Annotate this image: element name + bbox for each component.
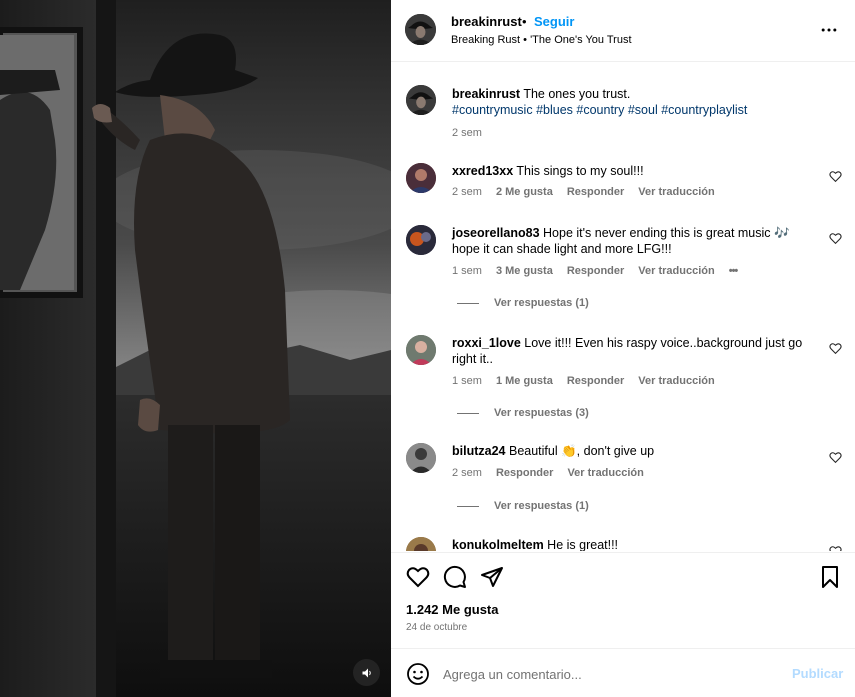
avatar-image bbox=[406, 85, 436, 115]
comment-time[interactable]: 1 sem bbox=[452, 375, 482, 387]
more-horizontal-icon[interactable] bbox=[819, 20, 839, 40]
comment-body: Beautiful 👏, don't give up bbox=[508, 444, 655, 458]
comment-username[interactable]: bilutza24 bbox=[452, 444, 506, 458]
reply-button[interactable]: Responder bbox=[567, 265, 624, 277]
comment-text: xxred13xx This sings to my soul!!! bbox=[452, 163, 817, 179]
view-replies-label[interactable]: Ver respuestas (1) bbox=[494, 297, 589, 309]
avatar-image bbox=[406, 335, 436, 365]
caption-text: breakinrust The ones you trust. #country… bbox=[452, 86, 817, 118]
hashtag[interactable]: #countryplaylist bbox=[661, 103, 747, 117]
translate-button[interactable]: Ver traducción bbox=[638, 186, 714, 198]
comment-text: roxxi_1love Love it!!! Even his raspy vo… bbox=[452, 335, 817, 367]
reply-button[interactable]: Responder bbox=[496, 467, 553, 479]
comment-username[interactable]: xxred13xx bbox=[452, 164, 513, 178]
avatar-image bbox=[406, 225, 436, 255]
comment-meta: 2 sem 2 Me gusta Responder Ver traducció… bbox=[452, 186, 729, 198]
avatar-image bbox=[405, 14, 436, 45]
translate-button[interactable]: Ver traducción bbox=[638, 265, 714, 277]
comment-likes[interactable]: 3 Me gusta bbox=[496, 265, 553, 277]
avatar-image bbox=[406, 443, 436, 473]
reply-button[interactable]: Responder bbox=[567, 186, 624, 198]
replies-divider bbox=[457, 505, 479, 507]
view-replies-button[interactable]: Ver respuestas (1) bbox=[457, 500, 589, 512]
smiley-icon[interactable] bbox=[406, 662, 430, 686]
post-date[interactable]: 24 de octubre bbox=[406, 622, 467, 633]
heart-outline-icon[interactable] bbox=[829, 545, 842, 551]
post-image bbox=[0, 0, 391, 697]
post-header: breakinrust • Seguir Breaking Rust • 'Th… bbox=[391, 0, 855, 62]
post-media[interactable] bbox=[0, 0, 391, 697]
caption-username[interactable]: breakinrust bbox=[452, 87, 520, 101]
reply-button[interactable]: Responder bbox=[567, 375, 624, 387]
comment-username[interactable]: joseorellano83 bbox=[452, 226, 540, 240]
heart-outline-icon[interactable] bbox=[829, 170, 842, 183]
comment-meta: 2 sem Responder Ver traducción bbox=[452, 467, 658, 479]
comment-time[interactable]: 1 sem bbox=[452, 265, 482, 277]
post-detail-panel: breakinrust • Seguir Breaking Rust • 'Th… bbox=[391, 0, 855, 697]
hashtag-list: #countrymusic #blues #country #soul #cou… bbox=[452, 103, 747, 117]
likes-count[interactable]: 1.242 Me gusta bbox=[406, 602, 499, 617]
comment-input[interactable] bbox=[443, 663, 773, 685]
comment-username[interactable]: konukolmeltem bbox=[452, 538, 544, 551]
avatar-image bbox=[406, 163, 436, 193]
comment-likes[interactable]: 2 Me gusta bbox=[496, 186, 553, 198]
mute-toggle-button[interactable] bbox=[353, 659, 380, 686]
comment-text: konukolmeltem He is great!!! bbox=[452, 537, 817, 551]
audio-artist[interactable]: Breaking Rust bbox=[451, 34, 520, 46]
add-comment-bar: Publicar bbox=[391, 648, 855, 697]
speaker-icon bbox=[362, 668, 371, 677]
comment-text: bilutza24 Beautiful 👏, don't give up bbox=[452, 443, 817, 459]
avatar[interactable] bbox=[406, 443, 436, 473]
separator-dot: • bbox=[523, 34, 528, 46]
comment-body: This sings to my soul!!! bbox=[516, 164, 644, 178]
post-actions-bar bbox=[391, 552, 855, 598]
comment-meta: 1 sem 3 Me gusta Responder Ver traducció… bbox=[452, 265, 751, 277]
avatar[interactable] bbox=[406, 537, 436, 551]
audio-attribution[interactable]: Breaking Rust • 'The One's You Trust bbox=[451, 34, 632, 46]
author-avatar[interactable] bbox=[405, 14, 436, 45]
publish-button[interactable]: Publicar bbox=[792, 666, 843, 681]
view-replies-label[interactable]: Ver respuestas (1) bbox=[494, 500, 589, 512]
heart-outline-icon[interactable] bbox=[829, 232, 842, 245]
avatar[interactable] bbox=[406, 225, 436, 255]
comment-likes[interactable]: 1 Me gusta bbox=[496, 375, 553, 387]
caption-body: The ones you trust. bbox=[523, 87, 631, 101]
heart-outline-icon[interactable] bbox=[406, 565, 430, 589]
hashtag[interactable]: #blues bbox=[536, 103, 573, 117]
heart-outline-icon[interactable] bbox=[829, 451, 842, 464]
replies-divider bbox=[457, 412, 479, 414]
comment-body: He is great!!! bbox=[547, 538, 619, 551]
caption-meta: 2 sem bbox=[452, 127, 496, 139]
follow-button[interactable]: Seguir bbox=[534, 14, 574, 29]
paper-plane-icon[interactable] bbox=[480, 565, 504, 589]
comment-bubble-icon[interactable] bbox=[443, 565, 467, 589]
view-replies-label[interactable]: Ver respuestas (3) bbox=[494, 407, 589, 419]
comment-meta: 1 sem 1 Me gusta Responder Ver traducció… bbox=[452, 375, 729, 387]
heart-outline-icon[interactable] bbox=[829, 342, 842, 355]
separator-dot: • bbox=[522, 14, 527, 29]
avatar-image bbox=[406, 537, 436, 551]
translate-button[interactable]: Ver traducción bbox=[638, 375, 714, 387]
comment-username[interactable]: roxxi_1love bbox=[452, 336, 521, 350]
caption-time[interactable]: 2 sem bbox=[452, 127, 482, 139]
comment-time[interactable]: 2 sem bbox=[452, 186, 482, 198]
bookmark-icon[interactable] bbox=[818, 565, 842, 589]
comment-options-button[interactable]: ••• bbox=[729, 265, 739, 277]
replies-divider bbox=[457, 302, 479, 304]
translate-button[interactable]: Ver traducción bbox=[567, 467, 643, 479]
hashtag[interactable]: #countrymusic bbox=[452, 103, 533, 117]
comment-time[interactable]: 2 sem bbox=[452, 467, 482, 479]
audio-title[interactable]: 'The One's You Trust bbox=[530, 34, 631, 46]
comment-text: joseorellano83 Hope it's never ending th… bbox=[452, 225, 817, 257]
view-replies-button[interactable]: Ver respuestas (3) bbox=[457, 407, 589, 419]
hashtag[interactable]: #soul bbox=[628, 103, 658, 117]
avatar[interactable] bbox=[406, 85, 436, 115]
comments-list[interactable]: breakinrust The ones you trust. #country… bbox=[391, 63, 855, 551]
author-username[interactable]: breakinrust bbox=[451, 14, 522, 29]
view-replies-button[interactable]: Ver respuestas (1) bbox=[457, 297, 589, 309]
avatar[interactable] bbox=[406, 163, 436, 193]
avatar[interactable] bbox=[406, 335, 436, 365]
hashtag[interactable]: #country bbox=[576, 103, 624, 117]
